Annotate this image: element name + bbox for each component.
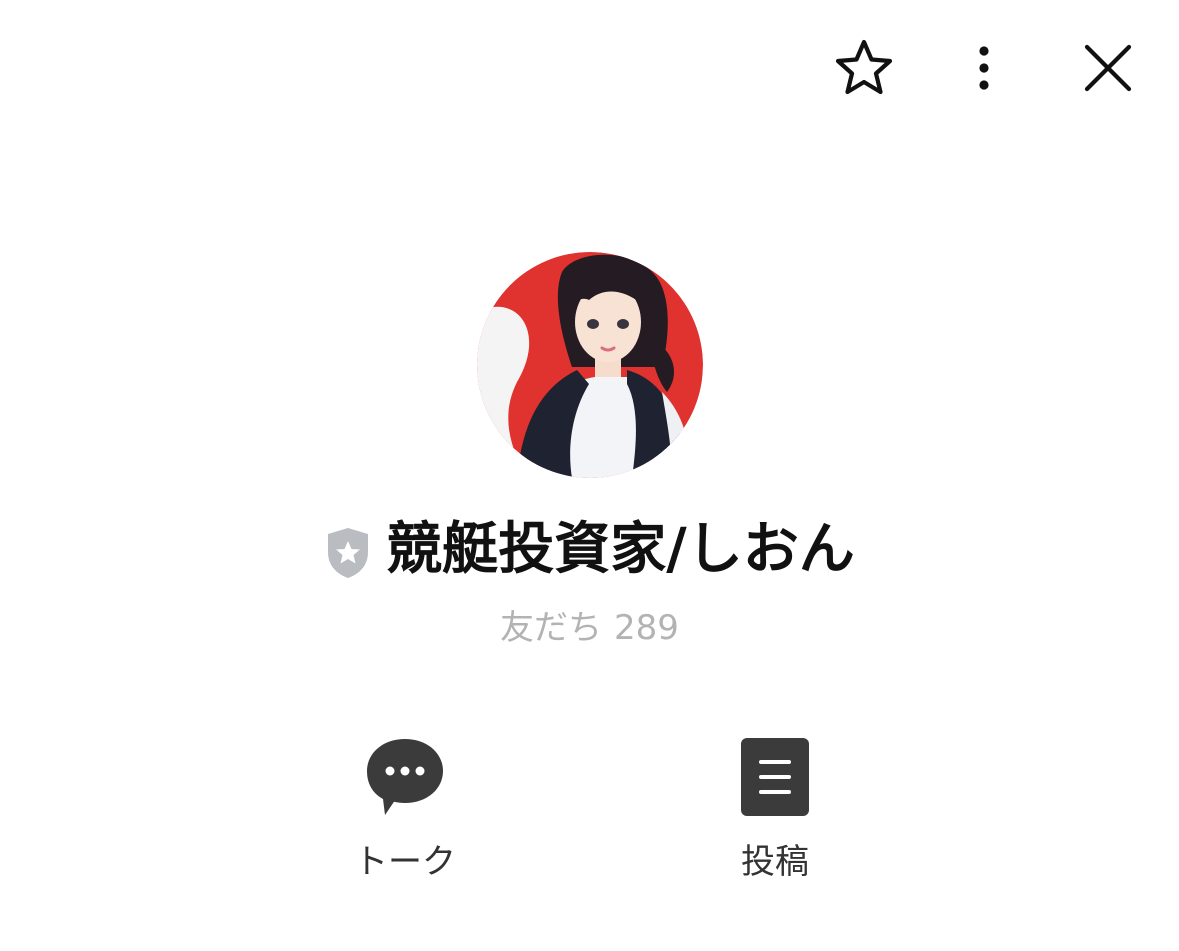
talk-button[interactable]: トーク [330,732,480,883]
vertical-dots-icon [979,46,989,90]
more-options-button[interactable] [954,34,1014,102]
talk-label: トーク [354,842,456,882]
anime-woman-avatar [477,252,703,478]
post-document-icon [741,738,809,816]
profile-name-row: 競艇投資家/しおん [0,508,1179,592]
friends-count-row: 友だち 289 [0,600,1179,649]
chat-bubble-icon [367,739,443,815]
friends-label: 友だち [500,608,603,648]
posts-label: 投稿 [741,842,809,882]
verified-shield-icon [328,528,369,578]
profile-avatar[interactable] [477,252,703,478]
favorite-button[interactable] [828,34,900,102]
star-outline-icon [835,39,893,95]
close-x-icon [1084,44,1132,92]
profile-name: 競艇投資家/しおん [386,517,855,582]
friends-count: 289 [614,608,679,648]
posts-button[interactable]: 投稿 [700,732,850,883]
close-button[interactable] [1072,34,1144,102]
